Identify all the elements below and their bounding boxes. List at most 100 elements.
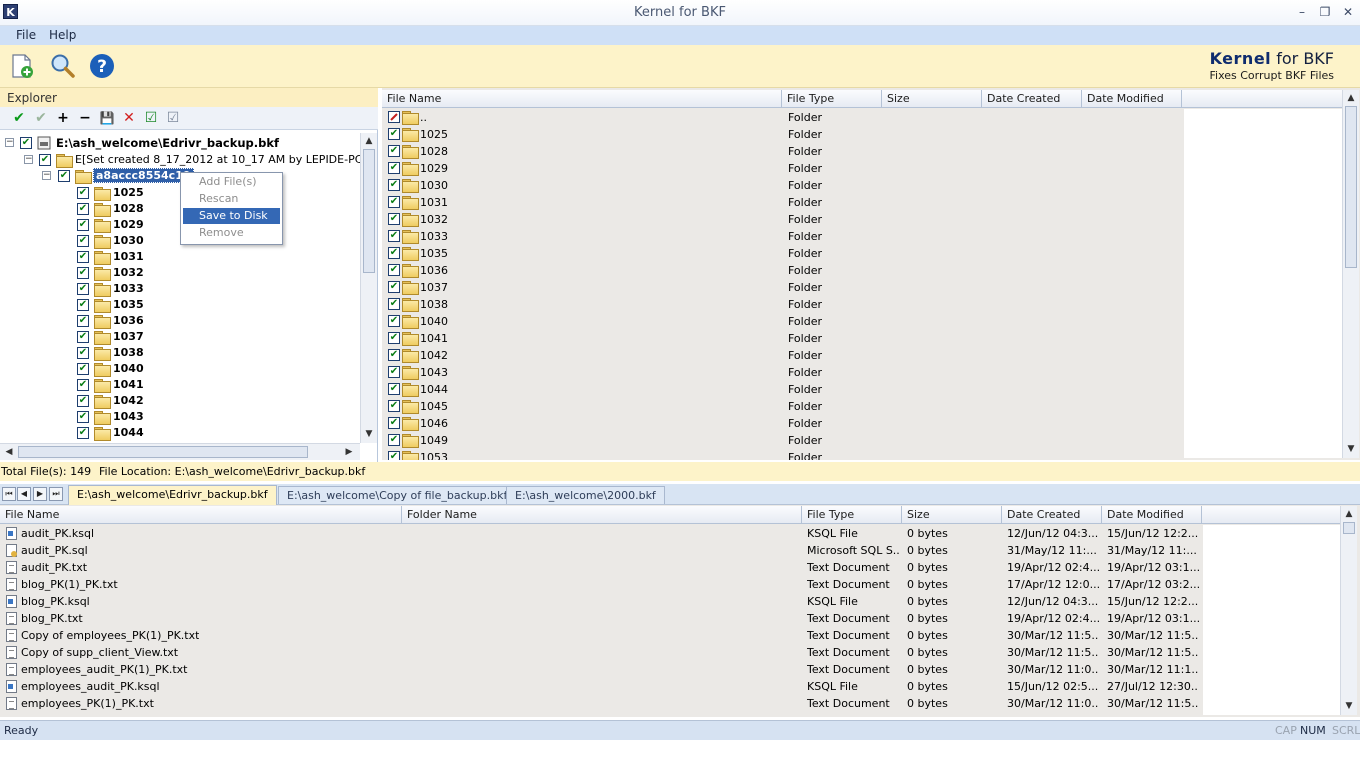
row-checkbox[interactable]: ✔ bbox=[388, 332, 400, 344]
tree-checkbox[interactable]: ✔ bbox=[77, 219, 89, 231]
scroll-left-icon[interactable]: ◀ bbox=[2, 445, 16, 459]
table-row[interactable]: ✔ 1031 Folder bbox=[382, 194, 1182, 211]
scroll-down-icon[interactable]: ▼ bbox=[1342, 699, 1356, 713]
col-file-name[interactable]: File Name bbox=[0, 506, 402, 524]
row-checkbox[interactable]: ✔ bbox=[388, 434, 400, 446]
table-row[interactable]: ✔ 1033 Folder bbox=[382, 228, 1182, 245]
row-checkbox[interactable]: ✔ bbox=[388, 315, 400, 327]
tree-folder-item[interactable]: ✔ 1038 bbox=[0, 345, 360, 361]
tree-checkbox[interactable]: ✔ bbox=[77, 331, 89, 343]
scroll-right-icon[interactable]: ▶ bbox=[342, 445, 356, 459]
table-row[interactable]: ✔ 1029 Folder bbox=[382, 160, 1182, 177]
table-row[interactable]: ✔ 1044 Folder bbox=[382, 381, 1182, 398]
tree-checkbox[interactable]: ✔ bbox=[39, 154, 51, 166]
file-list-vertical-scrollbar[interactable]: ▲ ▼ bbox=[1342, 90, 1359, 458]
tab-edrivr-backup[interactable]: E:\ash_welcome\Edrivr_backup.bkf bbox=[68, 485, 277, 505]
tree-folder-item[interactable]: ✔ 1043 bbox=[0, 409, 360, 425]
table-row[interactable]: ✔ 1030 Folder bbox=[382, 177, 1182, 194]
select-all-icon[interactable]: ✔ bbox=[11, 110, 27, 126]
tree-checkbox[interactable]: ✔ bbox=[77, 235, 89, 247]
table-row[interactable]: employees_audit_PK(1)_PK.txt Text Documen… bbox=[0, 661, 1210, 678]
row-checkbox[interactable]: ✔ bbox=[388, 213, 400, 225]
table-row[interactable]: Copy of supp_client_View.txt Text Documen… bbox=[0, 644, 1210, 661]
ctx-add-files[interactable]: Add File(s) bbox=[183, 174, 280, 190]
col-size[interactable]: Size bbox=[882, 90, 982, 108]
check-icon[interactable]: ☑ bbox=[143, 110, 159, 126]
tree-checkbox[interactable]: ✔ bbox=[77, 251, 89, 263]
tree-checkbox[interactable]: ✔ bbox=[77, 267, 89, 279]
tree-checkbox[interactable]: ✔ bbox=[77, 363, 89, 375]
tree-folder-item[interactable]: ✔ 1035 bbox=[0, 297, 360, 313]
table-row[interactable]: ✔ 1049 Folder bbox=[382, 432, 1182, 449]
select-icon[interactable]: ✔ bbox=[33, 110, 49, 126]
first-tab-icon[interactable]: ⏮ bbox=[2, 487, 16, 501]
row-checkbox[interactable]: ✔ bbox=[388, 417, 400, 429]
row-checkbox[interactable]: ✔ bbox=[388, 298, 400, 310]
scroll-up-icon[interactable]: ▲ bbox=[1344, 91, 1358, 105]
next-tab-icon[interactable]: ▶ bbox=[33, 487, 47, 501]
tree-checkbox[interactable]: ✔ bbox=[77, 395, 89, 407]
tree-checkbox[interactable]: ✔ bbox=[20, 137, 32, 149]
table-row[interactable]: employees_PK(1)_PK.txt Text Document 0 byt… bbox=[0, 695, 1210, 712]
tree-folder-item[interactable]: ✔ 1044 bbox=[0, 425, 360, 441]
minimize-button[interactable]: – bbox=[1294, 4, 1310, 20]
tree-folder-item[interactable]: ✔ 1033 bbox=[0, 281, 360, 297]
tree-folder-item[interactable]: ✔ 1036 bbox=[0, 313, 360, 329]
col-date-modified[interactable]: Date Modified bbox=[1082, 90, 1182, 108]
table-row[interactable]: blog_PK(1)_PK.txt Text Document 0 bytes 17/… bbox=[0, 576, 1210, 593]
table-row[interactable]: Copy of employees_PK(1)_PK.txt Text Docum… bbox=[0, 627, 1210, 644]
table-row[interactable]: blog_PK.ksql KSQL File 0 bytes 12/Jun/12 04… bbox=[0, 593, 1210, 610]
ctx-remove[interactable]: Remove bbox=[183, 225, 280, 241]
explorer-vertical-scrollbar[interactable]: ▲ ▼ bbox=[360, 133, 377, 443]
col-file-type[interactable]: File Type bbox=[782, 90, 882, 108]
row-checkbox[interactable]: ✔ bbox=[388, 179, 400, 191]
table-row[interactable]: blog_PK.txt Text Document 0 bytes 19/Apr/12… bbox=[0, 610, 1210, 627]
row-checkbox[interactable]: ✔ bbox=[388, 247, 400, 259]
table-row[interactable]: ✔ 1028 Folder bbox=[382, 143, 1182, 160]
table-row[interactable]: ✔ 1040 Folder bbox=[382, 313, 1182, 330]
tree-checkbox[interactable]: ✔ bbox=[77, 315, 89, 327]
row-checkbox[interactable]: ✔ bbox=[388, 366, 400, 378]
row-checkbox[interactable]: ✔ bbox=[388, 230, 400, 242]
table-row[interactable]: employees_audit_PK.ksql KSQL File 0 bytes 1… bbox=[0, 678, 1210, 695]
row-checkbox[interactable]: ✔ bbox=[388, 128, 400, 140]
tree-checkbox[interactable]: ✔ bbox=[58, 170, 70, 182]
tree-root[interactable]: − ✔ E:\ash_welcome\Edrivr_backup.bkf bbox=[0, 135, 360, 151]
row-checkbox[interactable]: ✔ bbox=[388, 162, 400, 174]
close-button[interactable]: ✕ bbox=[1340, 4, 1356, 20]
table-row[interactable]: ✔ 1036 Folder bbox=[382, 262, 1182, 279]
table-row[interactable]: audit_PK.txt Text Document 0 bytes 19/Apr/1… bbox=[0, 559, 1210, 576]
tree-checkbox[interactable]: ✔ bbox=[77, 283, 89, 295]
col-file-name[interactable]: File Name bbox=[382, 90, 782, 108]
scroll-thumb[interactable] bbox=[1343, 522, 1355, 534]
uncheck-icon[interactable]: ☑ bbox=[165, 110, 181, 126]
table-row[interactable]: ✔ 1041 Folder bbox=[382, 330, 1182, 347]
add-file-icon[interactable] bbox=[8, 52, 36, 80]
restore-button[interactable]: ❐ bbox=[1317, 4, 1333, 20]
tree-folder-item[interactable]: ✔ 1042 bbox=[0, 393, 360, 409]
row-checkbox[interactable]: ✔ bbox=[388, 264, 400, 276]
scroll-down-icon[interactable]: ▼ bbox=[362, 427, 376, 441]
last-tab-icon[interactable]: ⏭ bbox=[49, 487, 63, 501]
table-row[interactable]: ✔ 1045 Folder bbox=[382, 398, 1182, 415]
scroll-up-icon[interactable]: ▲ bbox=[362, 134, 376, 148]
col-date-created[interactable]: Date Created bbox=[1002, 506, 1102, 524]
collapse-toggle-icon[interactable]: − bbox=[5, 138, 14, 147]
tree-folder-item[interactable]: ✔ 1037 bbox=[0, 329, 360, 345]
tree-set[interactable]: − ✔ E[Set created 8_17_2012 at 10_17 AM … bbox=[0, 152, 360, 168]
menu-file[interactable]: File bbox=[16, 28, 36, 42]
collapse-icon[interactable]: − bbox=[77, 110, 93, 126]
save-icon[interactable]: 💾 bbox=[99, 110, 115, 126]
row-checkbox[interactable]: ✔ bbox=[388, 349, 400, 361]
prev-tab-icon[interactable]: ◀ bbox=[17, 487, 31, 501]
explorer-horizontal-scrollbar[interactable]: ◀ ▶ bbox=[0, 443, 360, 460]
tree-checkbox[interactable]: ✔ bbox=[77, 187, 89, 199]
tree-checkbox[interactable]: ✔ bbox=[77, 299, 89, 311]
table-row[interactable]: audit_PK.ksql KSQL File 0 bytes 12/Jun/12 0… bbox=[0, 525, 1210, 542]
ctx-rescan[interactable]: Rescan bbox=[183, 191, 280, 207]
table-row[interactable]: ✔ 1043 Folder bbox=[382, 364, 1182, 381]
scroll-thumb[interactable] bbox=[1345, 106, 1357, 268]
row-checkbox[interactable]: ✔ bbox=[388, 383, 400, 395]
row-checkbox[interactable]: ✔ bbox=[388, 145, 400, 157]
table-row[interactable]: audit_PK.sql Microsoft SQL S... 0 bytes 31/… bbox=[0, 542, 1210, 559]
